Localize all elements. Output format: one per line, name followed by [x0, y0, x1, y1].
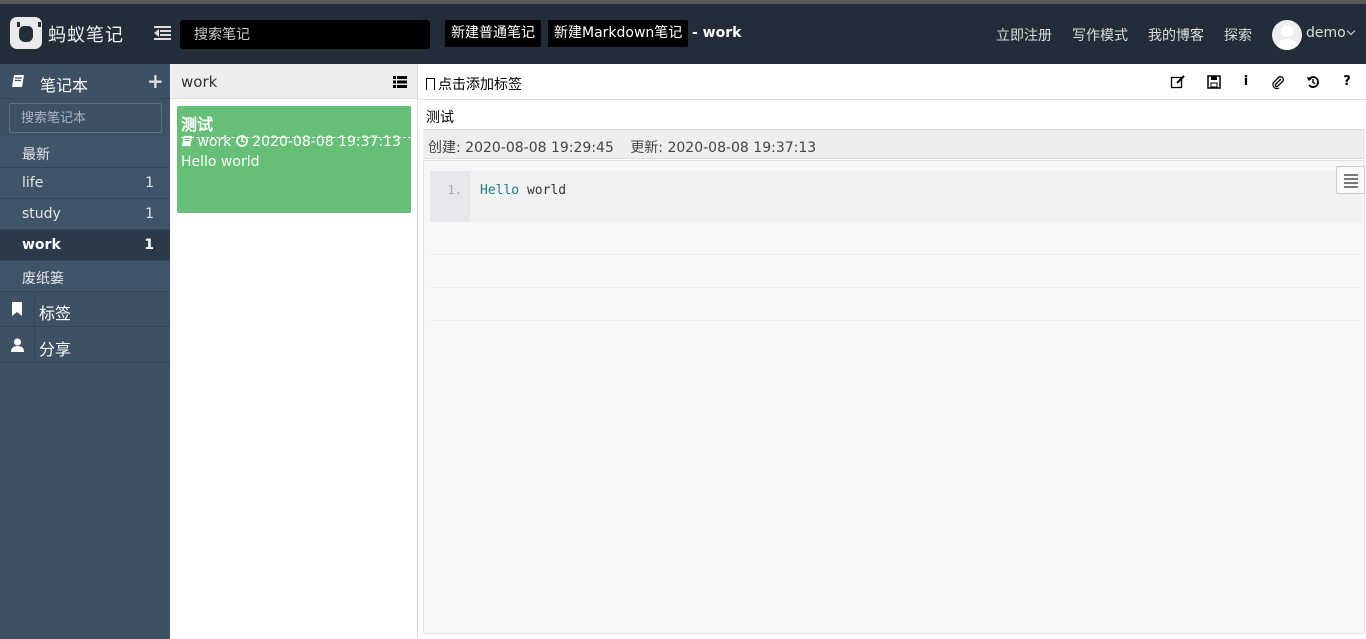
notebook-count: 1 — [145, 206, 154, 222]
help-icon[interactable]: ? — [1339, 74, 1355, 90]
sidebar-item-tags[interactable]: 标签 — [0, 292, 170, 327]
sidebar-item-trash[interactable]: 废纸篓 — [0, 261, 170, 292]
book-icon — [12, 75, 24, 87]
avatar[interactable] — [1272, 20, 1302, 50]
divider — [34, 328, 35, 363]
bookmark-icon — [426, 78, 435, 90]
created-date: 创建: 2020-08-08 19:29:45 — [428, 140, 614, 156]
note-dates: 创建: 2020-08-08 19:29:45 更新: 2020-08-08 1… — [423, 129, 1365, 159]
bookmark-icon — [12, 302, 22, 316]
add-tag-button[interactable]: 点击添加标签 — [426, 74, 522, 94]
code-content[interactable]: Hello world — [480, 183, 566, 198]
sidebar-item-study[interactable]: study 1 — [0, 199, 170, 230]
chevron-down-icon[interactable] — [1346, 26, 1356, 36]
attachment-icon[interactable] — [1270, 74, 1286, 90]
sidebar-item-share[interactable]: 分享 — [0, 328, 170, 363]
tags-label: 标签 — [39, 304, 72, 323]
code-line[interactable]: 1. Hello world — [430, 171, 1361, 222]
info-icon[interactable]: i — [1238, 74, 1254, 90]
note-card[interactable]: 测试 work 2020-08-08 19:37:13 Hello world — [177, 106, 411, 213]
username[interactable]: demo — [1306, 25, 1346, 41]
notebook-header-label: 笔记本 — [40, 76, 89, 95]
editor-toolbar: 点击添加标签 i ? — [418, 64, 1366, 100]
share-label: 分享 — [39, 340, 72, 359]
list-view-icon[interactable] — [393, 76, 407, 88]
divider — [34, 292, 35, 327]
add-notebook-icon[interactable]: + — [147, 69, 164, 93]
top-header: 蚂蚁笔记 新建普通笔记 新建Markdown笔记 - work 立即注册 写作模… — [0, 4, 1366, 64]
editor-menu-button[interactable] — [1336, 166, 1365, 194]
notebook-name: life — [22, 175, 44, 191]
sidebar: 笔记本 + 最新 life 1 study 1 work 1 废纸篓 标签 — [0, 64, 170, 639]
new-markdown-button[interactable]: 新建Markdown笔记 — [548, 20, 689, 47]
sidebar-toggle-icon[interactable] — [154, 26, 171, 40]
current-notebook-title: - work — [692, 25, 742, 41]
markdown-editor[interactable]: 1. Hello world — [423, 160, 1365, 634]
note-card-desc: Hello world — [181, 154, 260, 170]
notebook-search-input[interactable] — [9, 103, 162, 133]
sidebar-item-work[interactable]: work 1 — [0, 230, 170, 261]
notebook-count: 1 — [145, 175, 154, 191]
divider — [430, 320, 1361, 321]
notebook-section-header[interactable]: 笔记本 + — [0, 64, 170, 99]
sidebar-item-latest[interactable]: 最新 — [0, 137, 170, 168]
history-icon[interactable] — [1305, 74, 1321, 90]
new-note-button[interactable]: 新建普通笔记 — [445, 20, 541, 47]
notebook-list: 最新 life 1 study 1 work 1 废纸篓 — [0, 137, 170, 292]
code-keyword: Hello — [480, 183, 520, 198]
divider — [430, 254, 1361, 255]
note-card-time: 2020-08-08 19:37:13 — [252, 134, 401, 150]
notebook-name: 最新 — [22, 147, 50, 163]
code-text: world — [519, 183, 567, 198]
nav-my-blog[interactable]: 我的博客 — [1148, 25, 1204, 45]
note-list-panel: work 测试 work 2020-08-08 19:37:13 Hello w… — [170, 64, 418, 639]
note-card-meta: work 2020-08-08 19:37:13 — [181, 134, 401, 150]
clock-icon — [235, 135, 248, 147]
editor-panel: 点击添加标签 i ? 测试 创建: 2020-08-08 19:29:45 更新… — [418, 64, 1366, 639]
updated-date: 更新: 2020-08-08 19:37:13 — [630, 140, 817, 156]
notebook-count: 1 — [144, 237, 154, 253]
note-search-input[interactable] — [180, 20, 430, 49]
notebook-name: 废纸篓 — [22, 271, 64, 287]
logo-icon[interactable] — [10, 17, 42, 49]
notebook-name: study — [22, 206, 61, 222]
note-card-notebook: work — [197, 134, 232, 150]
note-title-field[interactable]: 测试 — [426, 107, 454, 127]
add-tag-label: 点击添加标签 — [438, 77, 522, 93]
book-icon — [181, 135, 193, 147]
notebook-name: work — [22, 237, 61, 253]
logo-text[interactable]: 蚂蚁笔记 — [48, 21, 124, 47]
note-list-title: work — [181, 73, 218, 91]
user-icon — [11, 338, 24, 352]
line-number: 1. — [430, 171, 470, 222]
sidebar-item-life[interactable]: life 1 — [0, 168, 170, 199]
save-icon[interactable] — [1206, 74, 1222, 90]
note-list-header: work — [170, 64, 417, 99]
edit-icon[interactable] — [1170, 74, 1186, 90]
divider — [430, 287, 1361, 288]
nav-register[interactable]: 立即注册 — [996, 25, 1052, 45]
nav-writing-mode[interactable]: 写作模式 — [1072, 25, 1128, 45]
nav-explore[interactable]: 探索 — [1224, 25, 1252, 45]
